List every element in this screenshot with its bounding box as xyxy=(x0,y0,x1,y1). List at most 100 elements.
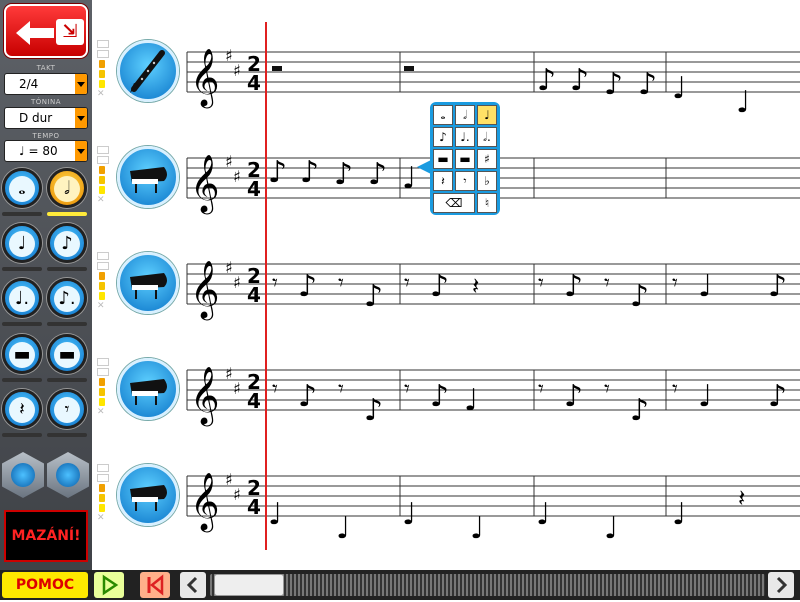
selection-indicator xyxy=(2,267,42,271)
svg-text:♪: ♪ xyxy=(564,269,583,304)
dotted-quarter-note-button[interactable]: ♩. xyxy=(2,278,42,318)
svg-text:𝄾: 𝄾 xyxy=(272,271,278,296)
selection-indicator xyxy=(47,267,87,271)
svg-text:♪: ♪ xyxy=(638,67,657,102)
half-rest-icon: ▬ xyxy=(54,342,80,368)
svg-text:♪: ♪ xyxy=(268,155,287,190)
eighth-rest-button[interactable]: 𝄾 xyxy=(47,389,87,429)
whole-rest-button[interactable]: ▬ xyxy=(2,334,42,374)
takt-value: 2/4 xyxy=(19,77,39,91)
svg-text:𝄽: 𝄽 xyxy=(738,484,745,512)
quarter-note-button[interactable]: ♩ xyxy=(2,223,42,263)
eighth-note-button[interactable]: ♪ xyxy=(47,223,87,263)
note-picker-popup: 𝅝 𝅗𝅥 ♩ ♪ ♩. 𝅗𝅥. ▬ ▬ ♯ 𝄽 𝄾 ♭ ⌫ ♮ xyxy=(430,102,500,215)
staff-3: 𝄾 ♪ 𝄾 ♪ 𝄾 ♪ 𝄽 𝄾 ♪ 𝄾 ♪ 𝄾 ♩ ♪ xyxy=(186,257,800,322)
picker-eighth-note[interactable]: ♪ xyxy=(433,127,453,147)
picker-half-rest[interactable]: ▬ xyxy=(455,149,475,169)
svg-text:𝄾: 𝄾 xyxy=(338,377,344,402)
tempo-label: TEMPO xyxy=(32,132,60,140)
timeline-scroll-thumb[interactable] xyxy=(214,574,284,596)
picker-whole-rest[interactable]: ▬ xyxy=(433,149,453,169)
help-button[interactable]: POMOC xyxy=(2,572,88,598)
picker-eraser[interactable]: ⌫ xyxy=(433,193,475,213)
tool-sidebar: ⇲ TAKT 2/4 TÓNINA D dur TEMPO ♩ = 80 𝅝 𝅗… xyxy=(0,0,92,570)
quarter-rest-button[interactable]: 𝄽 xyxy=(2,389,42,429)
tonina-value: D dur xyxy=(19,111,53,125)
svg-text:𝄾: 𝄾 xyxy=(404,377,410,402)
picker-dotted-half[interactable]: 𝅗𝅥. xyxy=(477,127,497,147)
scroll-left-button[interactable] xyxy=(180,572,206,598)
music-staves[interactable]: 𝄞 ♯ ♯ 2 4 ♪ ♪ ♪ ♪ ♩ ♩ ♪ ♪ ♪ ♪ ♩ 𝄾 ♪ 𝄾 ♪ … xyxy=(92,0,800,570)
svg-text:♪: ♪ xyxy=(564,379,583,414)
timeline-scroll-track[interactable] xyxy=(210,574,765,596)
redo-button[interactable] xyxy=(47,452,89,498)
picker-flat[interactable]: ♭ xyxy=(477,171,497,191)
eighth-rest-icon: 𝄾 xyxy=(54,397,80,423)
svg-text:♩: ♩ xyxy=(536,497,550,532)
svg-text:♩: ♩ xyxy=(672,497,686,532)
svg-text:♪: ♪ xyxy=(334,157,353,192)
svg-text:♩: ♩ xyxy=(336,511,350,546)
score-area[interactable]: ✕ ✕ ✕ ✕ ✕ 𝄞 ♯ ♯ 2 4 ♪ ♪ ♪ ♪ ♩ ♩ ♪ ♪ ♪ ♪ … xyxy=(92,0,800,570)
half-rest-button[interactable]: ▬ xyxy=(47,334,87,374)
quarter-rest-icon: 𝄽 xyxy=(9,397,35,423)
staff-5: ♩ ♩ ♩ ♩ ♩ ♩ ♩ 𝄽 xyxy=(186,469,800,546)
picker-quarter-note[interactable]: ♩ xyxy=(477,105,497,125)
half-note-icon: 𝅗𝅥 xyxy=(54,176,80,202)
selection-indicator xyxy=(47,378,87,382)
rewind-button[interactable] xyxy=(140,572,170,598)
svg-text:♪: ♪ xyxy=(430,379,449,414)
tempo-value: ♩ = 80 xyxy=(19,144,58,158)
takt-select[interactable]: 2/4 xyxy=(4,73,88,95)
svg-text:♪: ♪ xyxy=(298,379,317,414)
svg-text:♪: ♪ xyxy=(630,393,649,428)
undo-button[interactable] xyxy=(2,452,44,498)
picker-sharp[interactable]: ♯ xyxy=(477,149,497,169)
picker-half-note[interactable]: 𝅗𝅥 xyxy=(455,105,475,125)
delete-button[interactable]: MAZÁNÍ! xyxy=(4,510,88,562)
quarter-note-icon: ♩ xyxy=(9,231,35,257)
svg-text:♪: ♪ xyxy=(364,279,383,314)
svg-text:♩: ♩ xyxy=(402,161,416,196)
dotted-eighth-note-icon: ♪. xyxy=(54,286,80,312)
chevron-down-icon xyxy=(75,141,87,161)
selection-indicator xyxy=(2,322,42,326)
svg-text:♪: ♪ xyxy=(570,63,589,98)
svg-text:♪: ♪ xyxy=(300,155,319,190)
dotted-eighth-note-button[interactable]: ♪. xyxy=(47,278,87,318)
staff-4: 𝄾 ♪ 𝄾 ♪ 𝄾 ♪ ♩ 𝄾 ♪ 𝄾 ♪ 𝄾 ♩ ♪ xyxy=(186,363,800,428)
picker-quarter-rest[interactable]: 𝄽 xyxy=(433,171,453,191)
svg-text:𝄾: 𝄾 xyxy=(404,271,410,296)
svg-text:♪: ♪ xyxy=(537,63,556,98)
tempo-select[interactable]: ♩ = 80 xyxy=(4,140,88,162)
chevron-left-icon xyxy=(186,576,198,594)
selection-indicator xyxy=(47,322,87,326)
bottom-toolbar: POMOC xyxy=(0,570,800,600)
svg-text:𝄽: 𝄽 xyxy=(472,272,479,300)
popup-pointer-icon xyxy=(417,160,431,174)
svg-text:♪: ♪ xyxy=(630,279,649,314)
picker-whole-note[interactable]: 𝅝 xyxy=(433,105,453,125)
whole-note-button[interactable]: 𝅝 xyxy=(2,168,42,208)
tonina-select[interactable]: D dur xyxy=(4,107,88,129)
selection-indicator xyxy=(47,212,87,216)
play-icon xyxy=(102,574,119,596)
selection-indicator xyxy=(2,212,42,216)
exit-door-icon: ⇲ xyxy=(56,19,84,45)
svg-text:♪: ♪ xyxy=(298,269,317,304)
svg-text:♩: ♩ xyxy=(268,497,282,532)
svg-text:♪: ♪ xyxy=(768,379,787,414)
exit-button[interactable]: ⇲ xyxy=(4,4,88,58)
play-button[interactable] xyxy=(94,572,124,598)
picker-dotted-quarter[interactable]: ♩. xyxy=(455,127,475,147)
playhead-line[interactable] xyxy=(265,22,267,550)
svg-text:♪: ♪ xyxy=(430,269,449,304)
selection-indicator xyxy=(47,433,87,437)
svg-text:♩: ♩ xyxy=(672,71,686,106)
picker-eighth-rest[interactable]: 𝄾 xyxy=(455,171,475,191)
half-note-button[interactable]: 𝅗𝅥 xyxy=(47,168,87,208)
picker-natural[interactable]: ♮ xyxy=(477,193,497,213)
chevron-down-icon xyxy=(75,108,87,128)
svg-text:𝄾: 𝄾 xyxy=(672,271,678,296)
scroll-right-button[interactable] xyxy=(768,572,794,598)
